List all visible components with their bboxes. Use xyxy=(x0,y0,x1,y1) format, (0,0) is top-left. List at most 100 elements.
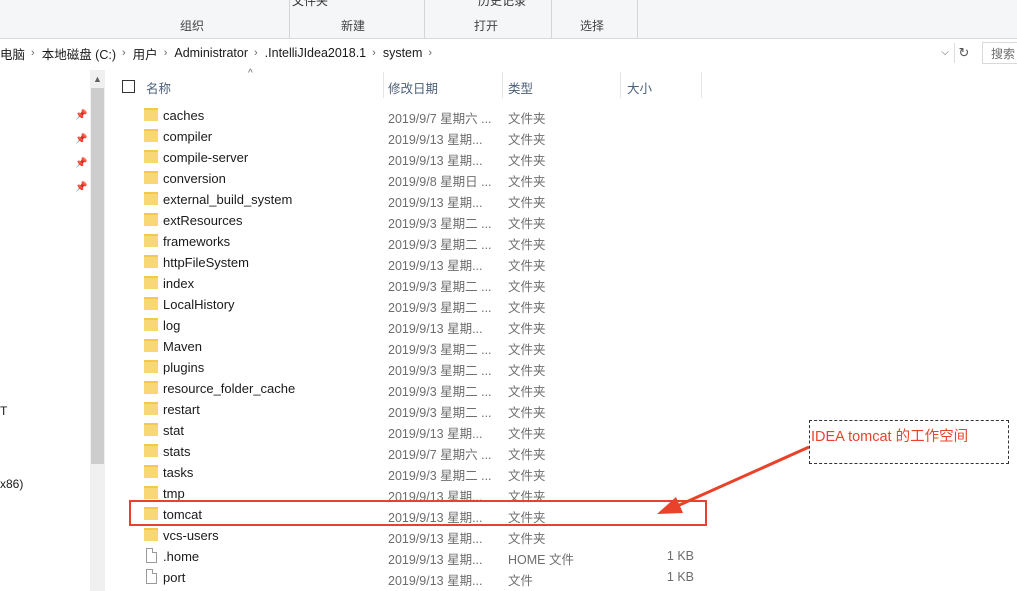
file-row[interactable]: LocalHistory 2019/9/3 星期二 ... 文件夹 xyxy=(110,294,710,315)
file-row[interactable]: external_build_system 2019/9/13 星期... 文件夹 xyxy=(110,189,710,210)
crumb-intellij[interactable]: .IntelliJIdea2018.1 xyxy=(265,46,372,60)
file-row[interactable]: restart 2019/9/3 星期二 ... 文件夹 xyxy=(110,399,710,420)
chevron-right-icon[interactable]: › xyxy=(254,47,265,59)
file-name: stat xyxy=(163,423,184,438)
annotation-callout: IDEA tomcat 的工作空间 xyxy=(809,420,1009,464)
file-row[interactable]: stats 2019/9/7 星期六 ... 文件夹 xyxy=(110,441,710,462)
file-name: extResources xyxy=(163,213,243,228)
file-row[interactable]: caches 2019/9/7 星期六 ... 文件夹 xyxy=(110,105,710,126)
column-divider[interactable] xyxy=(502,72,503,98)
file-row[interactable]: conversion 2019/9/8 星期日 ... 文件夹 xyxy=(110,168,710,189)
chevron-right-icon[interactable]: › xyxy=(122,47,133,59)
file-date: 2019/9/13 星期... xyxy=(388,154,483,168)
search-input[interactable]: 搜索 xyxy=(982,42,1017,64)
file-date: 2019/9/13 星期... xyxy=(388,553,483,567)
pin-icon[interactable]: 📌 xyxy=(75,110,87,122)
file-row[interactable]: port 2019/9/13 星期... 文件 1 KB xyxy=(110,567,710,588)
chevron-right-icon[interactable]: › xyxy=(372,47,383,59)
scroll-up-icon[interactable]: ▲ xyxy=(90,72,105,86)
file-name: index xyxy=(163,276,195,291)
file-date: 2019/9/7 星期六 ... xyxy=(388,112,492,126)
file-name: plugins xyxy=(163,360,205,375)
folder-icon xyxy=(144,423,158,436)
chevron-right-icon[interactable]: › xyxy=(428,47,439,59)
file-name: tasks xyxy=(163,465,194,480)
nav-scrollbar[interactable]: ▲ xyxy=(90,70,105,591)
file-name: external_build_system xyxy=(163,192,293,207)
file-name: .home xyxy=(163,549,200,564)
scrollbar-thumb[interactable] xyxy=(91,88,104,464)
folder-icon xyxy=(144,171,158,184)
file-row[interactable]: resource_folder_cache 2019/9/3 星期二 ... 文件夹 xyxy=(110,378,710,399)
file-icon xyxy=(146,548,157,563)
pin-icon[interactable]: 📌 xyxy=(75,182,87,194)
crumb-local-disk[interactable]: 本地磁盘 (C:) xyxy=(42,44,122,63)
file-date: 2019/9/13 星期... xyxy=(388,574,483,588)
file-row[interactable]: Maven 2019/9/3 星期二 ... 文件夹 xyxy=(110,336,710,357)
file-name: compiler xyxy=(163,129,213,144)
crumb-this-pc[interactable]: 电脑 xyxy=(0,44,31,63)
file-type: 文件夹 xyxy=(508,133,546,147)
annotation-text: IDEA tomcat 的工作空间 xyxy=(811,429,969,445)
file-type: 文件夹 xyxy=(508,217,546,231)
file-name: compile-server xyxy=(163,150,249,165)
file-row[interactable]: compile-server 2019/9/13 星期... 文件夹 xyxy=(110,147,710,168)
file-type: 文件夹 xyxy=(508,532,546,546)
folder-icon xyxy=(144,381,158,394)
highlight-box xyxy=(129,500,707,526)
file-type: 文件夹 xyxy=(508,280,546,294)
file-row[interactable]: stat 2019/9/13 星期... 文件夹 xyxy=(110,420,710,441)
file-row[interactable]: compiler 2019/9/13 星期... 文件夹 xyxy=(110,126,710,147)
folder-icon xyxy=(144,129,158,142)
file-row[interactable]: .home 2019/9/13 星期... HOME 文件 1 KB xyxy=(110,546,710,567)
select-all-checkbox[interactable] xyxy=(122,80,135,93)
column-header-size[interactable]: 大小 xyxy=(627,78,652,97)
nav-item-fragment[interactable]: T xyxy=(0,404,7,418)
file-name: vcs-users xyxy=(163,528,219,543)
file-row[interactable]: plugins 2019/9/3 星期二 ... 文件夹 xyxy=(110,357,710,378)
crumb-system[interactable]: system xyxy=(383,46,429,60)
folder-icon xyxy=(144,276,158,289)
crumb-users[interactable]: 用户 xyxy=(133,44,164,63)
navigation-pane: 📌 📌 📌 📌 T x86) xyxy=(0,70,90,591)
file-row[interactable]: extResources 2019/9/3 星期二 ... 文件夹 xyxy=(110,210,710,231)
file-row[interactable]: frameworks 2019/9/3 星期二 ... 文件夹 xyxy=(110,231,710,252)
column-divider[interactable] xyxy=(383,72,384,98)
folder-icon xyxy=(144,213,158,226)
file-row[interactable]: log 2019/9/13 星期... 文件夹 xyxy=(110,315,710,336)
chevron-down-icon[interactable]: ⌵ xyxy=(938,44,952,62)
column-header-type[interactable]: 类型 xyxy=(508,78,533,97)
folder-icon xyxy=(144,234,158,247)
pin-icon[interactable]: 📌 xyxy=(75,134,87,146)
folder-icon xyxy=(144,255,158,268)
pin-icon[interactable]: 📌 xyxy=(75,158,87,170)
folder-icon xyxy=(144,108,158,121)
file-row[interactable]: index 2019/9/3 星期二 ... 文件夹 xyxy=(110,273,710,294)
address-bar[interactable]: 电脑 › 本地磁盘 (C:) › 用户 › Administrator › .I… xyxy=(0,40,1017,66)
folder-icon xyxy=(144,318,158,331)
ribbon: 文件夹 历史记录 组织 新建 打开 选择 xyxy=(0,0,1017,39)
file-name: log xyxy=(163,318,181,333)
chevron-right-icon[interactable]: › xyxy=(31,47,42,59)
crumb-administrator[interactable]: Administrator xyxy=(174,46,254,60)
file-date: 2019/9/13 星期... xyxy=(388,196,483,210)
file-name: tmp xyxy=(163,486,185,501)
file-row[interactable]: vcs-users 2019/9/13 星期... 文件夹 xyxy=(110,525,710,546)
file-date: 2019/9/3 星期二 ... xyxy=(388,217,492,231)
breadcrumb[interactable]: 电脑 › 本地磁盘 (C:) › 用户 › Administrator › .I… xyxy=(0,44,439,62)
nav-item-fragment[interactable]: x86) xyxy=(0,477,23,491)
file-row[interactable]: tasks 2019/9/3 星期二 ... 文件夹 xyxy=(110,462,710,483)
column-divider[interactable] xyxy=(701,72,702,98)
refresh-icon[interactable]: ↻ xyxy=(954,43,973,63)
column-header-name[interactable]: 名称 xyxy=(146,78,171,97)
file-date: 2019/9/13 星期... xyxy=(388,322,483,336)
file-type: HOME 文件 xyxy=(508,553,574,567)
file-type: 文件夹 xyxy=(508,469,546,483)
file-name: LocalHistory xyxy=(163,297,235,312)
file-type: 文件夹 xyxy=(508,112,546,126)
column-divider[interactable] xyxy=(620,72,621,98)
file-date: 2019/9/3 星期二 ... xyxy=(388,469,492,483)
chevron-right-icon[interactable]: › xyxy=(164,47,175,59)
file-row[interactable]: httpFileSystem 2019/9/13 星期... 文件夹 xyxy=(110,252,710,273)
column-header-date[interactable]: 修改日期 xyxy=(388,78,438,97)
